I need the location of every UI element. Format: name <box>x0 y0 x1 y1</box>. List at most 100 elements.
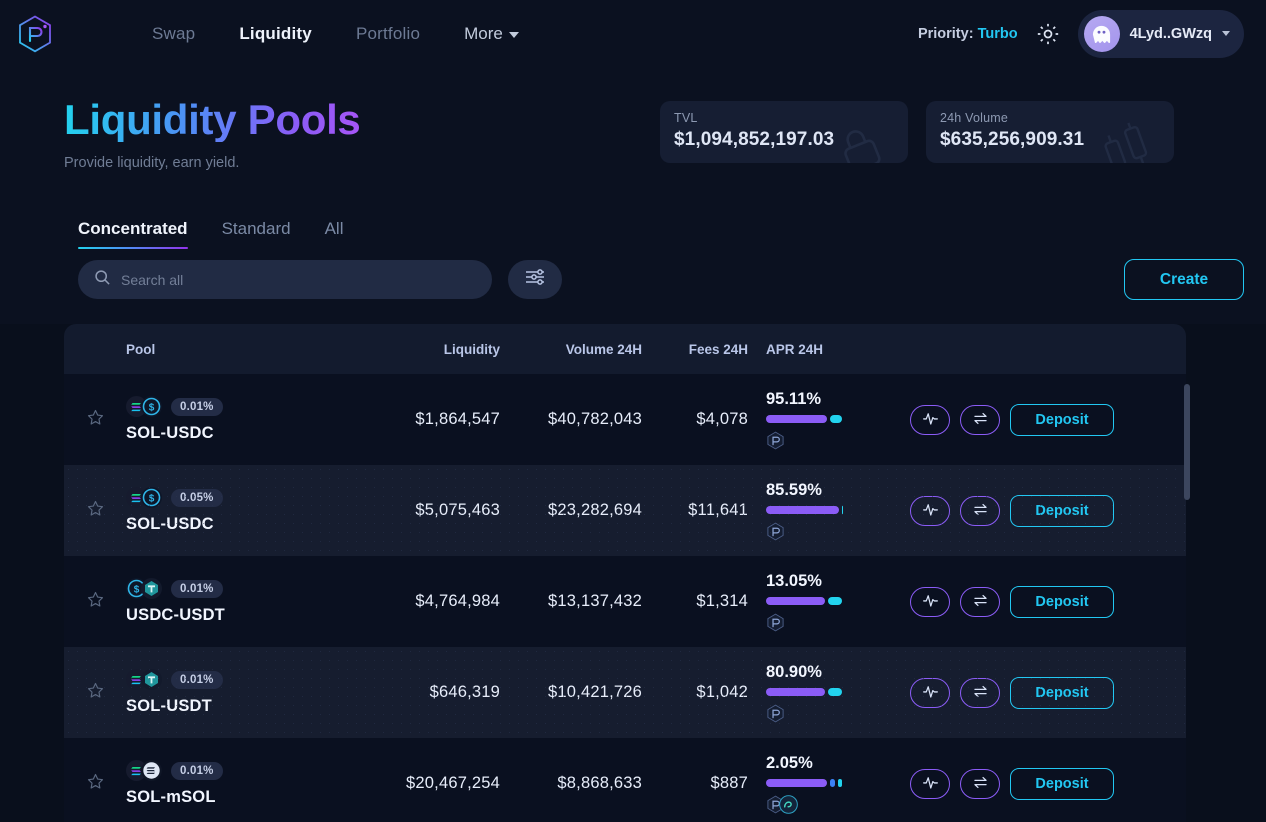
pulse-chart-icon <box>922 501 939 521</box>
fee-tier-badge: 0.01% <box>171 761 223 780</box>
cell-liquidity: $5,075,463 <box>415 501 500 520</box>
top-navigation-bar: Swap Liquidity Portfolio More Priority: … <box>0 0 1266 67</box>
deposit-button[interactable]: Deposit <box>1010 403 1114 436</box>
table-row[interactable]: $0.01% SOL-USDC $1,864,547 $40,782,043 $4,07… <box>64 374 1186 466</box>
nav-more-label: More <box>464 23 503 43</box>
reward-token-icon-mnde <box>779 795 798 814</box>
cell-liquidity: $20,467,254 <box>406 774 500 793</box>
pool-swap-button[interactable] <box>960 677 1000 708</box>
pulse-chart-icon <box>922 410 939 430</box>
pool-tokens-row: $0.01% <box>126 578 378 600</box>
chevron-down-icon <box>1222 31 1230 36</box>
table-row[interactable]: 0.01% SOL-mSOL $20,467,254 $8,868,633 $887 2.… <box>64 738 1186 822</box>
deposit-button[interactable]: Deposit <box>1010 494 1114 527</box>
cell-liquidity: $4,764,984 <box>415 592 500 611</box>
token-icon-usdt <box>141 578 162 600</box>
chevron-down-icon <box>508 31 519 38</box>
favorite-star-button[interactable] <box>64 773 126 795</box>
svg-text:$: $ <box>134 585 140 596</box>
pool-chart-button[interactable] <box>910 768 950 799</box>
deposit-button[interactable]: Deposit <box>1010 585 1114 618</box>
pool-swap-button[interactable] <box>960 404 1000 435</box>
pool-tokens-row: $0.01% <box>126 396 378 418</box>
cell-fees-24h: $11,641 <box>688 501 748 520</box>
favorite-star-button[interactable] <box>64 591 126 613</box>
cell-fees-24h: $887 <box>710 774 748 793</box>
apr-bar-segment <box>827 687 842 696</box>
stats-cards: TVL $1,094,852,197.03 24h Volume $635,25… <box>660 89 1244 163</box>
th-apr[interactable]: APR 24H <box>748 342 878 357</box>
raydium-logo-icon[interactable] <box>14 13 56 55</box>
search-input[interactable] <box>121 271 476 288</box>
token-icon-usdc: $ <box>141 487 162 509</box>
tab-standard[interactable]: Standard <box>222 219 291 249</box>
pool-chart-button[interactable] <box>910 586 950 617</box>
wallet-button[interactable]: 4Lyd..GWzq <box>1077 9 1244 58</box>
pool-name: SOL-USDT <box>126 697 212 716</box>
apr-bar-segment <box>837 778 843 787</box>
th-fees[interactable]: Fees 24H <box>642 342 748 357</box>
pool-name: SOL-mSOL <box>126 788 216 807</box>
deposit-button[interactable]: Deposit <box>1010 676 1114 709</box>
toolbar-row: Create <box>0 249 1266 325</box>
row-actions: Deposit <box>878 767 1186 800</box>
table-scrollbar[interactable] <box>1184 374 1190 822</box>
favorite-star-button[interactable] <box>64 500 126 522</box>
pool-swap-button[interactable] <box>960 586 1000 617</box>
apr-value: 13.05% <box>766 571 822 590</box>
token-pair-icons: $ <box>126 578 162 600</box>
pool-name: SOL-USDC <box>126 424 214 443</box>
search-box[interactable] <box>78 260 492 300</box>
cell-volume-24h: $23,282,694 <box>548 501 642 520</box>
tab-concentrated[interactable]: Concentrated <box>78 219 188 250</box>
table-row[interactable]: 0.01% SOL-USDT $646,319 $10,421,726 $1,042 80… <box>64 647 1186 739</box>
hero-section: Liquidity Pools Provide liquidity, earn … <box>0 67 1266 202</box>
reward-token-icon-ray <box>766 704 785 723</box>
cell-fees-24h: $4,078 <box>696 410 748 429</box>
th-liquidity[interactable]: Liquidity <box>378 342 500 357</box>
apr-breakdown-bar <box>766 505 878 514</box>
filter-button[interactable] <box>508 260 562 300</box>
tab-all[interactable]: All <box>325 219 344 249</box>
stat-card-tvl: TVL $1,094,852,197.03 <box>660 101 908 163</box>
apr-value: 2.05% <box>766 753 813 772</box>
pool-chart-button[interactable] <box>910 404 950 435</box>
token-pair-icons: $ <box>126 487 162 509</box>
svg-text:$: $ <box>149 494 155 505</box>
swap-arrows-icon <box>972 774 989 794</box>
pool-swap-button[interactable] <box>960 495 1000 526</box>
table-row[interactable]: $0.01% USDC-USDT $4,764,984 $13,137,432 $1,3… <box>64 556 1186 648</box>
th-pool[interactable]: Pool <box>126 342 378 357</box>
token-icon-usdt <box>141 669 162 691</box>
token-icon-msol <box>141 760 162 782</box>
pool-tokens-row: $0.05% <box>126 487 378 509</box>
pool-chart-button[interactable] <box>910 677 950 708</box>
pulse-chart-icon <box>922 592 939 612</box>
pool-chart-button[interactable] <box>910 495 950 526</box>
gear-icon[interactable] <box>1035 21 1061 47</box>
favorite-star-button[interactable] <box>64 409 126 431</box>
page-title: Liquidity Pools <box>64 96 361 143</box>
cell-liquidity: $646,319 <box>429 683 500 702</box>
pool-cell: $0.05% SOL-USDC <box>126 487 378 534</box>
apr-breakdown-bar <box>766 414 878 423</box>
favorite-star-button[interactable] <box>64 682 126 704</box>
priority-fee-indicator[interactable]: Priority: Turbo <box>918 26 1018 42</box>
star-outline-icon <box>87 591 104 613</box>
nav-link-liquidity[interactable]: Liquidity <box>239 24 312 44</box>
fee-tier-badge: 0.01% <box>171 579 223 598</box>
nav-link-swap[interactable]: Swap <box>152 24 195 44</box>
star-outline-icon <box>87 682 104 704</box>
th-volume[interactable]: Volume 24H <box>500 342 642 357</box>
apr-bar-segment <box>766 778 827 787</box>
nav-link-more[interactable]: More <box>464 24 519 44</box>
scrollbar-thumb[interactable] <box>1184 384 1190 501</box>
row-actions: Deposit <box>878 494 1186 527</box>
deposit-button[interactable]: Deposit <box>1010 767 1114 800</box>
pool-cell: $0.01% SOL-USDC <box>126 396 378 443</box>
nav-link-portfolio[interactable]: Portfolio <box>356 24 420 44</box>
create-pool-button[interactable]: Create <box>1124 259 1244 301</box>
table-row[interactable]: $0.05% SOL-USDC $5,075,463 $23,282,694 $11,6… <box>64 465 1186 557</box>
apr-bar-segment <box>766 414 827 423</box>
pool-swap-button[interactable] <box>960 768 1000 799</box>
